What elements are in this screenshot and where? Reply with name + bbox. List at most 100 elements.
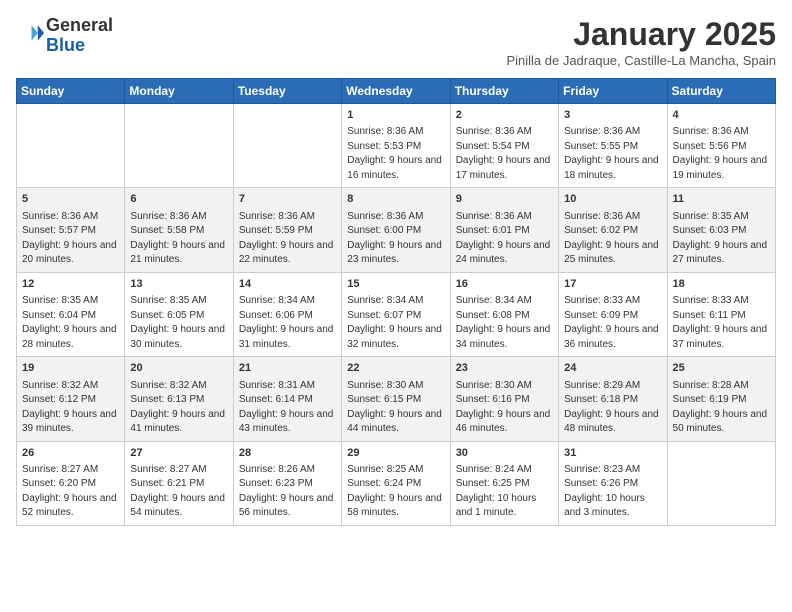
cell-sun-info: Sunrise: 8:23 AM Sunset: 6:26 PM Dayligh…	[564, 463, 661, 521]
weekday-header-friday: Friday	[559, 79, 667, 104]
day-number: 6	[130, 192, 227, 207]
calendar-cell	[233, 104, 341, 188]
cell-sun-info: Sunrise: 8:32 AM Sunset: 6:13 PM Dayligh…	[130, 379, 227, 437]
cell-sun-info: Sunrise: 8:36 AM Sunset: 5:54 PM Dayligh…	[456, 125, 553, 183]
cell-sun-info: Sunrise: 8:34 AM Sunset: 6:06 PM Dayligh…	[239, 294, 336, 352]
day-number: 8	[347, 192, 444, 207]
cell-sun-info: Sunrise: 8:26 AM Sunset: 6:23 PM Dayligh…	[239, 463, 336, 521]
calendar-cell: 17Sunrise: 8:33 AM Sunset: 6:09 PM Dayli…	[559, 272, 667, 356]
weekday-header-saturday: Saturday	[667, 79, 775, 104]
day-number: 7	[239, 192, 336, 207]
weekday-header-row: SundayMondayTuesdayWednesdayThursdayFrid…	[17, 79, 776, 104]
day-number: 30	[456, 446, 553, 461]
cell-sun-info: Sunrise: 8:30 AM Sunset: 6:16 PM Dayligh…	[456, 379, 553, 437]
calendar-cell: 6 Sunrise: 8:36 AM Sunset: 5:58 PM Daylig…	[125, 188, 233, 272]
calendar-cell: 2Sunrise: 8:36 AM Sunset: 5:54 PM Daylig…	[450, 104, 558, 188]
cell-sun-info: Sunrise: 8:34 AM Sunset: 6:08 PM Dayligh…	[456, 294, 553, 352]
cell-sun-info: Sunrise: 8:35 AM Sunset: 6:05 PM Dayligh…	[130, 294, 227, 352]
calendar-cell: 15 Sunrise: 8:34 AM Sunset: 6:07 PM Dayli…	[342, 272, 450, 356]
cell-sun-info: Sunrise: 8:36 AM Sunset: 5:59 PM Dayligh…	[239, 210, 336, 268]
day-number: 18	[673, 277, 770, 292]
cell-sun-info: Sunrise: 8:34 AM Sunset: 6:07 PM Dayligh…	[347, 294, 444, 352]
day-number: 27	[130, 446, 227, 461]
calendar-cell: 24 Sunrise: 8:29 AM Sunset: 6:18 PM Dayli…	[559, 357, 667, 441]
day-number: 17	[564, 277, 661, 292]
calendar-cell: 21 Sunrise: 8:31 AM Sunset: 6:14 PM Dayli…	[233, 357, 341, 441]
month-title: January 2025	[506, 16, 776, 53]
logo: General Blue	[16, 16, 113, 56]
cell-sun-info: Sunrise: 8:28 AM Sunset: 6:19 PM Dayligh…	[673, 379, 770, 437]
calendar-cell: 29 Sunrise: 8:25 AM Sunset: 6:24 PM Dayli…	[342, 441, 450, 525]
weekday-header-monday: Monday	[125, 79, 233, 104]
location-subtitle: Pinilla de Jadraque, Castille-La Mancha,…	[506, 53, 776, 68]
calendar-week-row: 26 Sunrise: 8:27 AM Sunset: 6:20 PM Dayli…	[17, 441, 776, 525]
day-number: 10	[564, 192, 661, 207]
calendar-cell: 10Sunrise: 8:36 AM Sunset: 6:02 PM Dayli…	[559, 188, 667, 272]
cell-sun-info: Sunrise: 8:35 AM Sunset: 6:03 PM Dayligh…	[673, 210, 770, 268]
day-number: 19	[22, 361, 119, 376]
weekday-header-wednesday: Wednesday	[342, 79, 450, 104]
calendar-cell: 14 Sunrise: 8:34 AM Sunset: 6:06 PM Dayli…	[233, 272, 341, 356]
calendar-cell: 26 Sunrise: 8:27 AM Sunset: 6:20 PM Dayli…	[17, 441, 125, 525]
calendar-week-row: 5Sunrise: 8:36 AM Sunset: 5:57 PM Daylig…	[17, 188, 776, 272]
day-number: 4	[673, 108, 770, 123]
day-number: 14	[239, 277, 336, 292]
logo-blue: Blue	[46, 36, 113, 56]
logo-general: General	[46, 16, 113, 36]
calendar-cell: 5Sunrise: 8:36 AM Sunset: 5:57 PM Daylig…	[17, 188, 125, 272]
calendar-cell: 19 Sunrise: 8:32 AM Sunset: 6:12 PM Dayli…	[17, 357, 125, 441]
weekday-header-tuesday: Tuesday	[233, 79, 341, 104]
day-number: 29	[347, 446, 444, 461]
calendar-week-row: 12 Sunrise: 8:35 AM Sunset: 6:04 PM Dayli…	[17, 272, 776, 356]
day-number: 15	[347, 277, 444, 292]
day-number: 28	[239, 446, 336, 461]
calendar-cell	[17, 104, 125, 188]
day-number: 31	[564, 446, 661, 461]
cell-sun-info: Sunrise: 8:25 AM Sunset: 6:24 PM Dayligh…	[347, 463, 444, 521]
calendar-cell: 11Sunrise: 8:35 AM Sunset: 6:03 PM Dayli…	[667, 188, 775, 272]
cell-sun-info: Sunrise: 8:36 AM Sunset: 6:00 PM Dayligh…	[347, 210, 444, 268]
cell-sun-info: Sunrise: 8:33 AM Sunset: 6:11 PM Dayligh…	[673, 294, 770, 352]
calendar-cell: 25Sunrise: 8:28 AM Sunset: 6:19 PM Dayli…	[667, 357, 775, 441]
calendar-cell: 20 Sunrise: 8:32 AM Sunset: 6:13 PM Dayli…	[125, 357, 233, 441]
cell-sun-info: Sunrise: 8:29 AM Sunset: 6:18 PM Dayligh…	[564, 379, 661, 437]
calendar-table: SundayMondayTuesdayWednesdayThursdayFrid…	[16, 78, 776, 526]
day-number: 5	[22, 192, 119, 207]
calendar-cell: 18 Sunrise: 8:33 AM Sunset: 6:11 PM Dayli…	[667, 272, 775, 356]
day-number: 16	[456, 277, 553, 292]
calendar-cell: 23 Sunrise: 8:30 AM Sunset: 6:16 PM Dayli…	[450, 357, 558, 441]
day-number: 24	[564, 361, 661, 376]
day-number: 12	[22, 277, 119, 292]
day-number: 26	[22, 446, 119, 461]
cell-sun-info: Sunrise: 8:32 AM Sunset: 6:12 PM Dayligh…	[22, 379, 119, 437]
cell-sun-info: Sunrise: 8:31 AM Sunset: 6:14 PM Dayligh…	[239, 379, 336, 437]
title-block: January 2025 Pinilla de Jadraque, Castil…	[506, 16, 776, 68]
calendar-cell: 7 Sunrise: 8:36 AM Sunset: 5:59 PM Daylig…	[233, 188, 341, 272]
day-number: 20	[130, 361, 227, 376]
cell-sun-info: Sunrise: 8:36 AM Sunset: 5:58 PM Dayligh…	[130, 210, 227, 268]
calendar-cell: 4 Sunrise: 8:36 AM Sunset: 5:56 PM Daylig…	[667, 104, 775, 188]
cell-sun-info: Sunrise: 8:36 AM Sunset: 5:53 PM Dayligh…	[347, 125, 444, 183]
calendar-cell: 22 Sunrise: 8:30 AM Sunset: 6:15 PM Dayli…	[342, 357, 450, 441]
calendar-cell: 8 Sunrise: 8:36 AM Sunset: 6:00 PM Daylig…	[342, 188, 450, 272]
cell-sun-info: Sunrise: 8:36 AM Sunset: 6:01 PM Dayligh…	[456, 210, 553, 268]
day-number: 23	[456, 361, 553, 376]
calendar-cell: 12 Sunrise: 8:35 AM Sunset: 6:04 PM Dayli…	[17, 272, 125, 356]
cell-sun-info: Sunrise: 8:36 AM Sunset: 5:55 PM Dayligh…	[564, 125, 661, 183]
page-header: General Blue January 2025 Pinilla de Jad…	[16, 16, 776, 68]
cell-sun-info: Sunrise: 8:27 AM Sunset: 6:21 PM Dayligh…	[130, 463, 227, 521]
cell-sun-info: Sunrise: 8:35 AM Sunset: 6:04 PM Dayligh…	[22, 294, 119, 352]
calendar-cell: 13 Sunrise: 8:35 AM Sunset: 6:05 PM Dayli…	[125, 272, 233, 356]
day-number: 22	[347, 361, 444, 376]
calendar-cell	[667, 441, 775, 525]
cell-sun-info: Sunrise: 8:27 AM Sunset: 6:20 PM Dayligh…	[22, 463, 119, 521]
calendar-week-row: 1Sunrise: 8:36 AM Sunset: 5:53 PM Daylig…	[17, 104, 776, 188]
calendar-cell: 3 Sunrise: 8:36 AM Sunset: 5:55 PM Daylig…	[559, 104, 667, 188]
day-number: 13	[130, 277, 227, 292]
calendar-cell: 28 Sunrise: 8:26 AM Sunset: 6:23 PM Dayli…	[233, 441, 341, 525]
cell-sun-info: Sunrise: 8:30 AM Sunset: 6:15 PM Dayligh…	[347, 379, 444, 437]
day-number: 21	[239, 361, 336, 376]
calendar-cell	[125, 104, 233, 188]
cell-sun-info: Sunrise: 8:36 AM Sunset: 5:56 PM Dayligh…	[673, 125, 770, 183]
day-number: 3	[564, 108, 661, 123]
